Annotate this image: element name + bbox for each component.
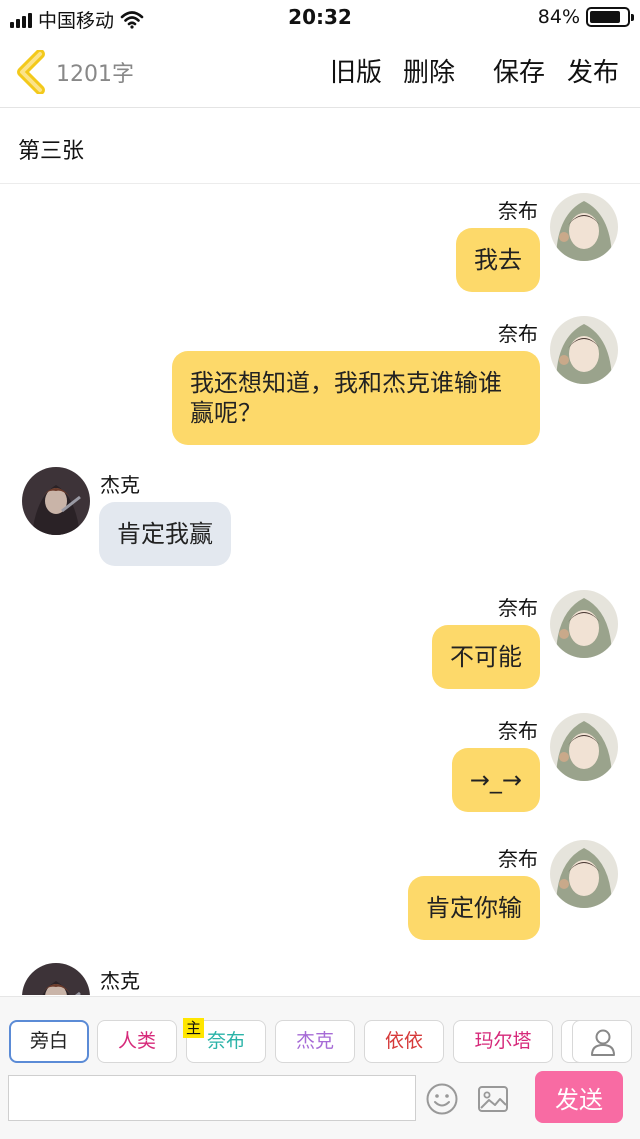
send-button[interactable]: 发送 <box>535 1071 623 1123</box>
save-button[interactable]: 保存 <box>493 52 545 89</box>
avatar-jack[interactable] <box>22 963 90 995</box>
chapter-title: 第三张 <box>18 139 85 164</box>
role-jack[interactable]: 杰克 <box>275 1020 355 1063</box>
main-role-badge: 主 <box>183 1018 205 1038</box>
status-bar: 中国移动 20:32 84% <box>0 0 640 36</box>
old-version-button[interactable]: 旧版 <box>330 52 382 89</box>
chat-area[interactable]: 奈布 我去 奈布 我还想知道，我和杰克谁输谁赢呢？ 杰克 肯定我赢 奈布 不可能… <box>0 185 640 995</box>
avatar-nabu[interactable] <box>550 316 618 384</box>
chapter-title-row[interactable]: 第三张 <box>0 108 640 184</box>
message-bubble[interactable]: 肯定我赢 <box>99 502 231 566</box>
sender-name: 奈布 <box>498 199 538 223</box>
battery-percent: 84% <box>537 6 580 28</box>
emoji-icon[interactable] <box>425 1082 459 1116</box>
sender-name: 杰克 <box>100 969 140 993</box>
avatar-nabu[interactable] <box>550 840 618 908</box>
role-yiyi[interactable]: 依依 <box>364 1020 444 1063</box>
nav-bar: 1201字 旧版 删除 保存 发布 <box>0 36 640 108</box>
role-human[interactable]: 人类 <box>97 1020 177 1063</box>
message-bubble[interactable]: →_→ <box>451 748 540 812</box>
avatar-nabu[interactable] <box>550 193 618 261</box>
sender-name: 奈布 <box>498 596 538 620</box>
battery-icon <box>586 7 634 27</box>
avatar-jack[interactable] <box>22 467 90 535</box>
delete-button[interactable]: 删除 <box>403 52 455 89</box>
publish-button[interactable]: 发布 <box>567 52 619 89</box>
avatar-nabu[interactable] <box>550 590 618 658</box>
message-bubble[interactable]: 不可能 <box>432 625 540 689</box>
sender-name: 奈布 <box>498 847 538 871</box>
role-marta[interactable]: 玛尔塔 <box>453 1020 553 1063</box>
message-bubble[interactable]: 肯定你输 <box>408 876 540 940</box>
person-icon <box>591 1029 615 1056</box>
message-input[interactable] <box>8 1075 416 1121</box>
back-chevron-icon[interactable] <box>14 50 48 94</box>
person-button[interactable] <box>572 1020 632 1063</box>
message-bubble[interactable]: 我去 <box>456 228 540 292</box>
image-icon[interactable] <box>476 1082 510 1116</box>
avatar-nabu[interactable] <box>550 713 618 781</box>
sender-name: 杰克 <box>100 473 140 497</box>
message-bubble[interactable]: 我还想知道，我和杰克谁输谁赢呢？ <box>172 351 540 445</box>
sender-name: 奈布 <box>498 719 538 743</box>
bottom-toolbar: 旁白 人类 奈布 主 杰克 依依 玛尔塔 发送 <box>0 996 640 1139</box>
role-narrator[interactable]: 旁白 <box>9 1020 89 1063</box>
battery-info: 84% <box>537 6 634 28</box>
word-count: 1201字 <box>56 62 134 87</box>
sender-name: 奈布 <box>498 322 538 346</box>
